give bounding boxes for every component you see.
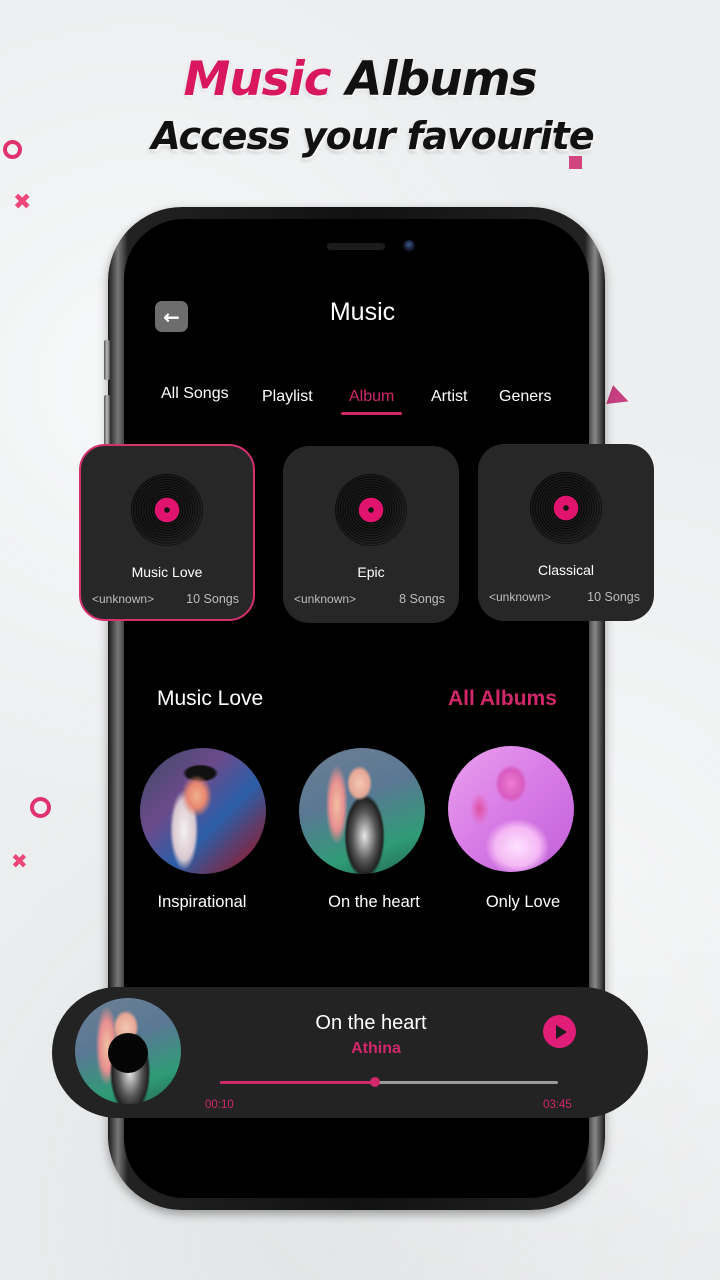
album-artist: <unknown> — [92, 592, 155, 606]
tab-geners[interactable]: Geners — [499, 388, 551, 406]
phone-side-button — [104, 340, 110, 380]
player-song-title: On the heart — [315, 1012, 427, 1034]
album-artist: <unknown> — [489, 590, 552, 604]
arrow-left-icon: ← — [163, 304, 180, 329]
decor-ring-icon — [3, 140, 22, 159]
promo-subtitle: Access your favourite — [151, 114, 594, 158]
album-card[interactable]: Classical <unknown> 10 Songs — [478, 444, 654, 621]
album-song-count: 10 Songs — [587, 590, 640, 604]
song-title: Inspirational — [157, 893, 247, 911]
album-song-count: 8 Songs — [399, 592, 445, 606]
tab-all-songs[interactable]: All Songs — [161, 385, 229, 403]
duration-time: 03:45 — [543, 1099, 572, 1111]
promo-title: Music Albums — [0, 52, 720, 107]
vinyl-record-icon — [530, 472, 602, 544]
elapsed-time: 00:10 — [205, 1099, 234, 1111]
decor-square-icon — [569, 156, 582, 169]
all-albums-link[interactable]: All Albums — [448, 687, 557, 711]
decor-cross-icon: ✖ — [11, 849, 28, 873]
phone-speaker — [327, 243, 385, 250]
tab-album[interactable]: Album — [340, 388, 403, 415]
album-name: Epic — [357, 564, 385, 580]
tab-playlist[interactable]: Playlist — [262, 388, 313, 406]
play-button[interactable] — [543, 1015, 576, 1048]
section-title: Music Love — [157, 687, 264, 710]
album-song-count: 10 Songs — [186, 592, 239, 606]
album-card[interactable]: Music Love <unknown> 10 Songs — [79, 444, 255, 621]
album-artist: <unknown> — [294, 592, 357, 606]
camera-icon — [403, 240, 415, 252]
song-artwork — [448, 746, 574, 872]
song-title: Only Love — [485, 893, 561, 911]
album-name: Classical — [537, 562, 594, 578]
song-item[interactable]: Inspirational — [140, 748, 266, 911]
decor-cross-icon: ✖ — [13, 190, 32, 215]
player-artist: Athina — [351, 1040, 401, 1057]
back-button[interactable]: ← — [155, 301, 188, 332]
song-item[interactable]: On the heart — [299, 748, 425, 911]
song-artwork — [140, 748, 266, 874]
promo-title-accent: Music — [183, 52, 331, 107]
play-icon — [555, 1024, 567, 1039]
vinyl-record-icon — [131, 474, 203, 546]
decor-ring-icon — [30, 797, 51, 818]
album-name: Music Love — [131, 564, 203, 580]
vinyl-record-icon — [335, 474, 407, 546]
tab-artist[interactable]: Artist — [431, 388, 467, 406]
player-artwork-center — [108, 1033, 148, 1073]
progress-slider[interactable] — [220, 1077, 558, 1087]
song-artwork — [299, 748, 425, 874]
promo-title-rest: Albums — [330, 52, 538, 107]
progress-fill — [220, 1081, 376, 1084]
tab-bar: All Songs Playlist Album Artist Geners — [0, 384, 720, 415]
song-item[interactable]: Only Love — [448, 746, 574, 911]
page-title: Music — [329, 298, 396, 326]
album-card[interactable]: Epic <unknown> 8 Songs — [283, 446, 459, 623]
